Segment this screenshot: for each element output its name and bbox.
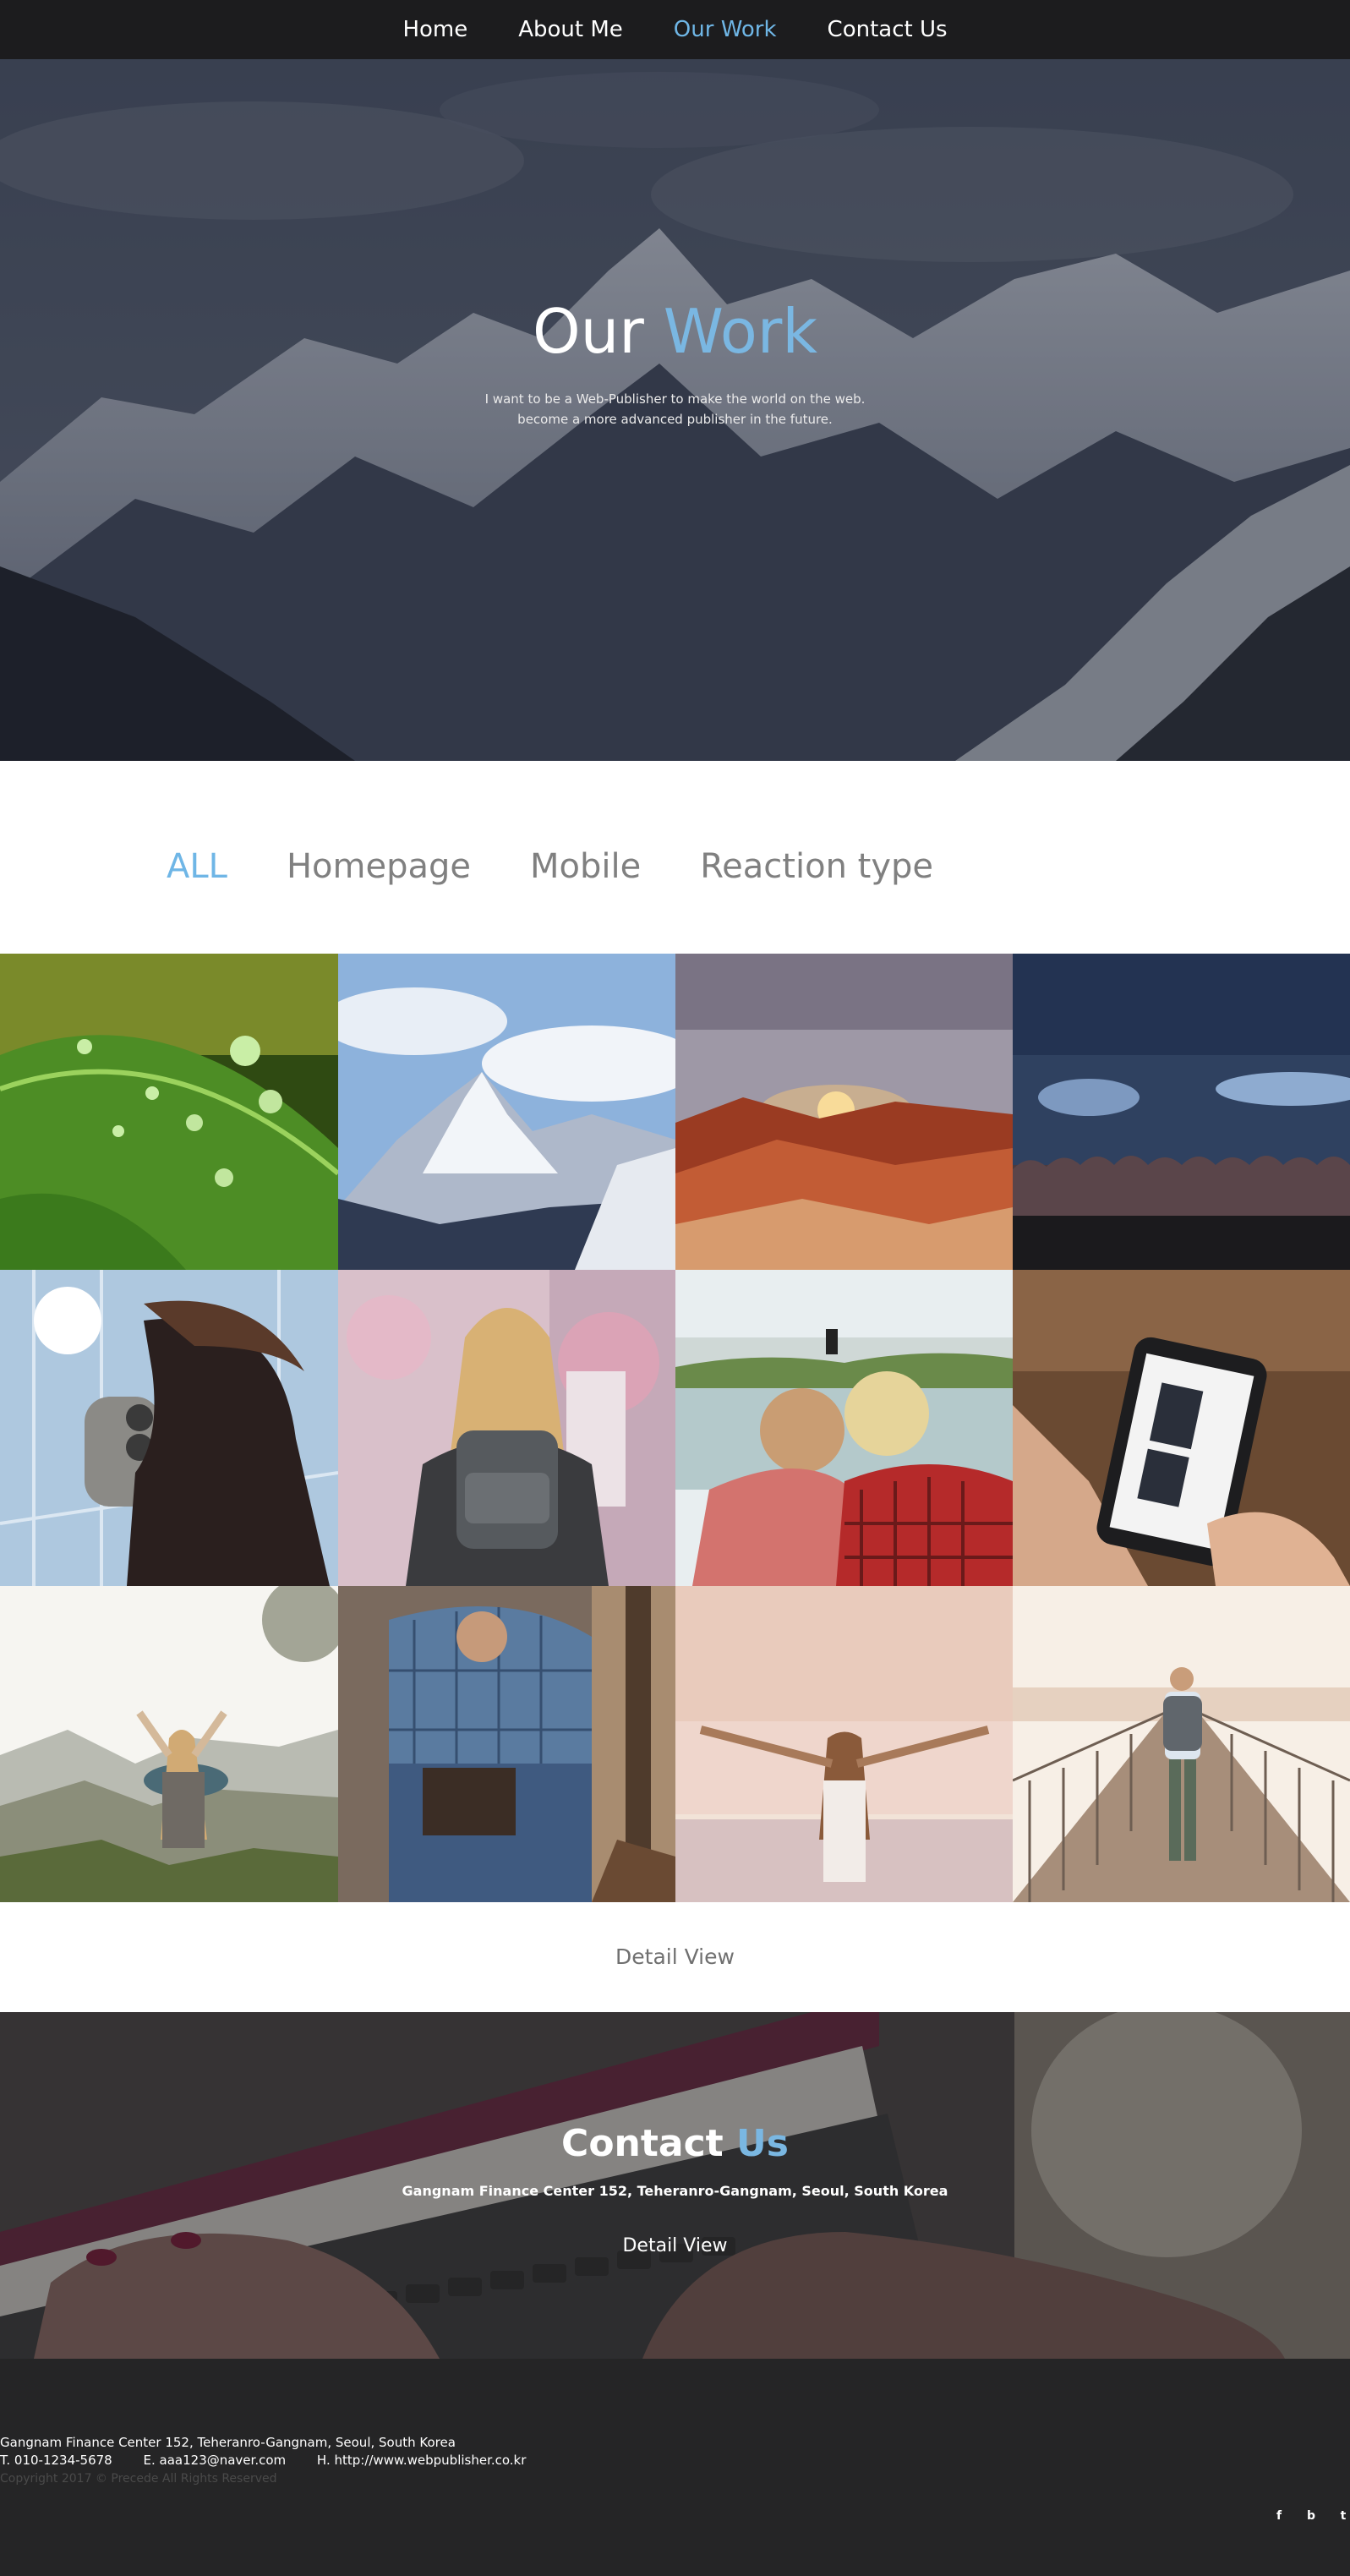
gallery-item-man-with-book[interactable]	[338, 1586, 675, 1902]
contact-title: Contact Us	[0, 2122, 1350, 2165]
gallery-item-smartphone[interactable]	[1013, 1270, 1350, 1586]
hero-title-main: Our	[532, 296, 644, 367]
desert-photo	[675, 954, 1013, 1270]
smartphone-photo	[1013, 1270, 1350, 1586]
footer-copyright: Copyright 2017 © Precede All Rights Rese…	[0, 2472, 277, 2486]
contact-title-accent: Us	[736, 2122, 789, 2165]
footer-address: Gangnam Finance Center 152, Teheranro-Ga…	[0, 2435, 456, 2450]
pier-man-photo	[1013, 1586, 1350, 1902]
footer-contact-line: T. 010-1234-5678 E. aaa123@naver.com H. …	[0, 2453, 553, 2468]
gallery-item-pier-man[interactable]	[1013, 1586, 1350, 1902]
nav-home[interactable]: Home	[402, 17, 467, 42]
filter-mobile[interactable]: Mobile	[530, 847, 641, 886]
filter-reaction-type[interactable]: Reaction type	[700, 847, 933, 886]
portfolio-filter-tabs: ALL Homepage Mobile Reaction type	[167, 837, 992, 896]
gallery-item-leaf[interactable]	[0, 954, 338, 1270]
footer-phone: T. 010-1234-5678	[0, 2453, 112, 2468]
cliff-woman-photo	[0, 1586, 338, 1902]
hero-banner: Our Work I want to be a Web-Publisher to…	[0, 59, 1350, 761]
hero-subtitle-line1: I want to be a Web-Publisher to make the…	[484, 391, 866, 407]
footer-email[interactable]: E. aaa123@naver.com	[144, 2453, 287, 2468]
hero-subtitle-line2: become a more advanced publisher in the …	[517, 412, 833, 427]
nav-our-work[interactable]: Our Work	[674, 17, 777, 42]
gallery-item-cliff-woman[interactable]	[0, 1586, 338, 1902]
twitter-icon[interactable]: t	[1336, 2509, 1350, 2523]
contact-address: Gangnam Finance Center 152, Teheranro-Ga…	[402, 2183, 948, 2199]
social-links: f b t	[1254, 2509, 1350, 2523]
sea-woman-photo	[675, 1586, 1013, 1902]
facebook-icon[interactable]: f	[1272, 2509, 1286, 2523]
gallery-item-couple-selfie[interactable]	[675, 1270, 1013, 1586]
couple-selfie-photo	[675, 1270, 1013, 1586]
blog-icon[interactable]: b	[1304, 2509, 1318, 2523]
hero-title: Our Work	[0, 296, 1350, 367]
binoculars-photo	[0, 1270, 338, 1586]
mountain-photo	[338, 954, 675, 1270]
footer-homepage[interactable]: H. http://www.webpublisher.co.kr	[317, 2453, 527, 2468]
filter-all[interactable]: ALL	[167, 847, 227, 886]
contact-title-main: Contact	[561, 2122, 724, 2165]
filter-homepage[interactable]: Homepage	[287, 847, 471, 886]
gallery-item-binoculars[interactable]	[0, 1270, 338, 1586]
gallery-item-mountain[interactable]	[338, 954, 675, 1270]
backpack-woman-photo	[338, 1270, 675, 1586]
man-with-book-photo	[338, 1586, 675, 1902]
gallery-item-night-sky[interactable]	[1013, 954, 1350, 1270]
gallery-item-desert[interactable]	[675, 954, 1013, 1270]
site-footer: Gangnam Finance Center 152, Teheranro-Ga…	[0, 2359, 1350, 2576]
contact-detail-view-link[interactable]: Detail View	[0, 2235, 1350, 2256]
gallery-item-sea-woman[interactable]	[675, 1586, 1013, 1902]
contact-section: Contact Us Gangnam Finance Center 152, T…	[0, 2012, 1350, 2359]
night-sky-photo	[1013, 954, 1350, 1270]
leaf-photo	[0, 954, 338, 1270]
gallery-item-backpack-woman[interactable]	[338, 1270, 675, 1586]
nav-contact-us[interactable]: Contact Us	[828, 17, 948, 42]
hero-title-accent: Work	[663, 296, 818, 367]
nav-about-me[interactable]: About Me	[518, 17, 623, 42]
portfolio-gallery	[0, 954, 1350, 1902]
hero-subtitle: I want to be a Web-Publisher to make the…	[0, 389, 1350, 429]
gallery-detail-view-link[interactable]: Detail View	[0, 1944, 1350, 1969]
top-nav: Home About Me Our Work Contact Us	[0, 0, 1350, 59]
